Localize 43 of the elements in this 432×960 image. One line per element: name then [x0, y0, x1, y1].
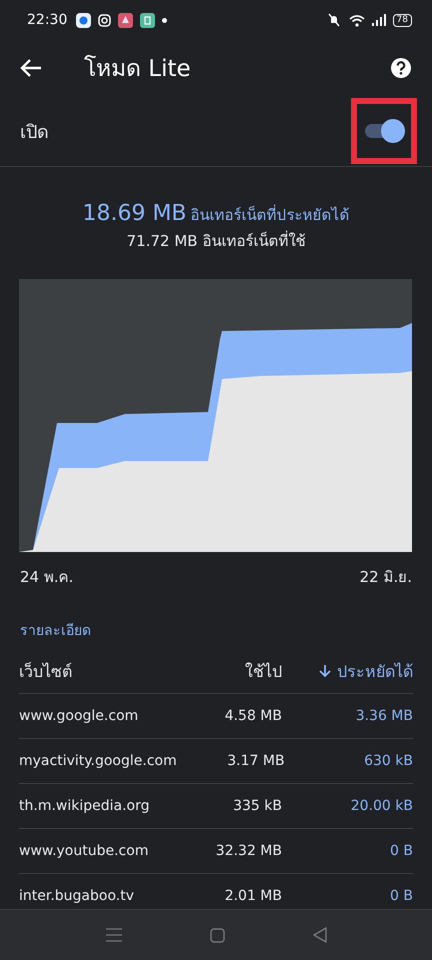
- app-notification-icon: [118, 12, 134, 28]
- saved-cell-text: 0 B: [389, 888, 413, 904]
- site-cell-text: inter.bugaboo.tv: [19, 888, 136, 904]
- used-cell-text: 3.17 MB: [226, 753, 285, 769]
- camera-app-icon: [98, 14, 112, 26]
- used-amount: 71.72 MB อินเทอร์เน็ตที่ใช้: [126, 230, 306, 252]
- wifi-icon: [348, 14, 365, 26]
- menu-icon[interactable]: [106, 928, 122, 942]
- used-cell-text: 4.58 MB: [224, 708, 282, 724]
- used-cell-text: 2.01 MB: [224, 888, 282, 904]
- saved-amount: 18.69 MB: [82, 201, 187, 226]
- battery-level: 78: [392, 14, 412, 26]
- column-header[interactable]: เว็บไซต์: [19, 658, 172, 684]
- site-cell-text: www.google.com: [19, 708, 140, 724]
- muted-bell-icon: [326, 13, 342, 27]
- back-arrow-icon[interactable]: [20, 58, 42, 78]
- saved-cell-text: 3.36 MB: [354, 708, 413, 724]
- app-notification-icon: [140, 12, 156, 28]
- sort-down-arrow-icon: [319, 664, 331, 678]
- help-icon[interactable]: [390, 57, 412, 79]
- site-cell-text: www.youtube.com: [19, 843, 150, 859]
- column-header[interactable]: ใช้ไป: [172, 658, 282, 684]
- back-icon[interactable]: [312, 927, 326, 943]
- saved-cell-text: 630 kB: [363, 753, 413, 769]
- home-icon[interactable]: [210, 928, 224, 942]
- details-link[interactable]: รายละเอียด: [20, 619, 91, 641]
- used-cell-text: 335 kB: [232, 798, 282, 814]
- used-cell-text: 32.32 MB: [214, 843, 282, 859]
- end-date-label: 22 มิ.ย.: [360, 567, 412, 588]
- start-date-label: 24 พ.ค.: [20, 567, 74, 588]
- saved-cell-text: 0 B: [389, 843, 413, 859]
- saved-label: อินเทอร์เน็ตที่ประหยัดได้: [190, 204, 350, 226]
- toggle-label: เปิด: [20, 120, 49, 144]
- app-notification-icon: [76, 12, 92, 28]
- site-cell: myactivity.google.com: [19, 753, 177, 769]
- signal-icon: [372, 14, 386, 26]
- dot-icon: [162, 18, 168, 22]
- toggle-switch[interactable]: [363, 118, 405, 144]
- site-cell-text: th.m.wikipedia.org: [19, 798, 151, 814]
- page-title: โหมด Lite: [84, 54, 192, 84]
- saved-cell-text: 20.00 kB: [350, 798, 413, 814]
- status-time: 22:30: [27, 12, 68, 28]
- column-header[interactable]: ประหยัดได้: [282, 658, 413, 684]
